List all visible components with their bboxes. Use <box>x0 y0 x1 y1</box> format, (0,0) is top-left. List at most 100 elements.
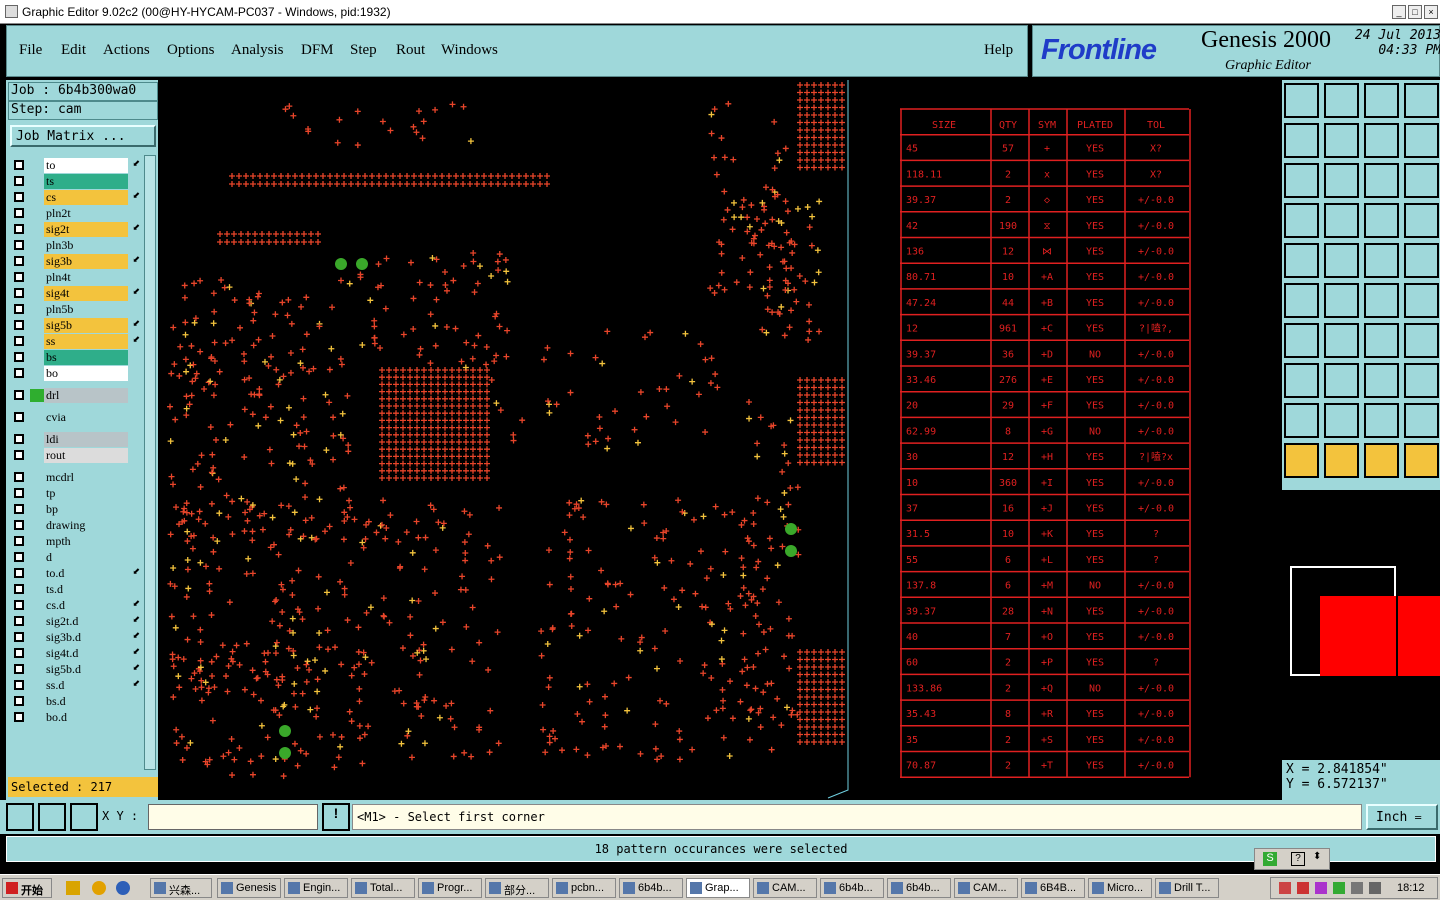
layer-row-bs-d[interactable]: bs.d <box>8 694 142 709</box>
next-icon[interactable] <box>1324 123 1359 158</box>
layer-row-pln2t[interactable]: pln2t <box>8 206 142 221</box>
zoom-fit-icon[interactable] <box>1324 163 1359 198</box>
task-button[interactable]: Genesis <box>217 878 281 898</box>
xy-input[interactable] <box>148 804 318 830</box>
layer-checkbox[interactable] <box>14 552 24 562</box>
spinner-icon[interactable]: ⬍ <box>1313 851 1321 862</box>
layer-row-cs[interactable]: cs ⬋ <box>8 190 142 205</box>
info-icon[interactable]: ! <box>322 803 350 831</box>
layer-checkbox[interactable] <box>14 616 24 626</box>
layer-row-to[interactable]: to ⬋ <box>8 158 142 173</box>
layer-row-pln5b[interactable]: pln5b <box>8 302 142 317</box>
menu-options[interactable]: Options <box>167 42 215 59</box>
zoom-select-icon[interactable] <box>6 803 34 831</box>
graphic-canvas[interactable]: SIZE QTY SYM PLATED TOL 45 57 + YES X? 118.11 2 x YES… <box>160 80 1280 800</box>
layer-row-pln4t[interactable]: pln4t <box>8 270 142 285</box>
layer-row-sig5b[interactable]: sig5b ⬋ <box>8 318 142 333</box>
task-button[interactable]: CAM... <box>753 878 817 898</box>
layer-checkbox[interactable] <box>14 504 24 514</box>
rotate-icon[interactable] <box>1404 123 1439 158</box>
layer-name[interactable]: cs.d <box>44 598 128 613</box>
step-up-icon[interactable] <box>1284 83 1319 118</box>
layer-checkbox[interactable] <box>14 584 24 594</box>
layer-checkbox[interactable] <box>14 450 24 460</box>
layer-row-sig2t-d[interactable]: sig2t.d ⬋ <box>8 614 142 629</box>
layer-row-ts-d[interactable]: ts.d <box>8 582 142 597</box>
task-button[interactable]: 兴森... <box>150 878 212 898</box>
unit-select[interactable]: Inch ═ <box>1366 804 1438 830</box>
layer-checkbox[interactable] <box>14 648 24 658</box>
pointer-round-icon[interactable] <box>1364 443 1399 478</box>
pad-icon[interactable] <box>1284 243 1319 278</box>
layer-checkbox[interactable] <box>14 664 24 674</box>
layer-name[interactable]: tp <box>44 486 128 501</box>
layer-name[interactable]: pln4t <box>44 270 128 285</box>
flip-icon[interactable] <box>1404 323 1439 358</box>
layer-checkbox[interactable] <box>14 680 24 690</box>
layer-name[interactable]: sig5b.d <box>44 662 128 677</box>
layer-b-icon[interactable] <box>1404 203 1439 238</box>
tray-icon-4[interactable] <box>1333 882 1345 894</box>
layer-checkbox[interactable] <box>14 632 24 642</box>
layer-name[interactable]: sig4t.d <box>44 646 128 661</box>
layer-checkbox[interactable] <box>14 488 24 498</box>
layer-row-ldi[interactable]: ldi <box>8 432 142 447</box>
overview-preview[interactable] <box>1282 490 1440 760</box>
arch-icon[interactable] <box>1364 403 1399 438</box>
layer-name[interactable]: bs <box>44 350 128 365</box>
layer-row-bp[interactable]: bp <box>8 502 142 517</box>
layer-checkbox[interactable] <box>14 208 24 218</box>
layer-row-bo-d[interactable]: bo.d <box>8 710 142 725</box>
layer-checkbox[interactable] <box>14 412 24 422</box>
layer-name[interactable]: rout <box>44 448 128 463</box>
minimize-icon[interactable]: _ <box>1392 5 1406 19</box>
menu-edit[interactable]: Edit <box>61 42 86 59</box>
circle-icon[interactable] <box>1404 243 1439 278</box>
arrow-red-2-icon[interactable] <box>1404 283 1439 318</box>
layer-name[interactable]: sig3b.d <box>44 630 128 645</box>
layer-row-rout[interactable]: rout <box>8 448 142 463</box>
layer-name[interactable]: to.d <box>44 566 128 581</box>
layer-row-drl[interactable]: drl <box>8 388 142 403</box>
layer-checkbox[interactable] <box>14 320 24 330</box>
layer-checkbox[interactable] <box>14 568 24 578</box>
desktop-icon[interactable] <box>66 881 80 895</box>
menu-rout[interactable]: Rout <box>396 42 425 59</box>
layer-row-mcdrl[interactable]: mcdrl <box>8 470 142 485</box>
route-icon[interactable] <box>1404 443 1439 478</box>
layer-checkbox[interactable] <box>14 390 24 400</box>
layer-name[interactable]: cvia <box>44 410 128 425</box>
task-button[interactable]: Drill T... <box>1155 878 1219 898</box>
layer-name[interactable]: pln5b <box>44 302 128 317</box>
layer-name[interactable]: bp <box>44 502 128 517</box>
layer-name[interactable]: ts.d <box>44 582 128 597</box>
layer-name[interactable]: sig3b <box>44 254 128 269</box>
menu-actions[interactable]: Actions <box>103 42 150 59</box>
layer-checkbox[interactable] <box>14 192 24 202</box>
menu-analysis[interactable]: Analysis <box>231 42 284 59</box>
layer-name[interactable]: sig5b <box>44 318 128 333</box>
maximize-icon[interactable]: □ <box>1408 5 1422 19</box>
window-icon[interactable] <box>1404 83 1439 118</box>
grid-toggle-icon[interactable] <box>1324 203 1359 238</box>
tray-icon-1[interactable] <box>1279 882 1291 894</box>
rotate-ccw-icon[interactable] <box>1364 323 1399 358</box>
task-button[interactable]: 6b4b... <box>820 878 884 898</box>
cross-icon[interactable] <box>1324 283 1359 318</box>
layer-checkbox[interactable] <box>14 696 24 706</box>
task-button[interactable]: Micro... <box>1088 878 1152 898</box>
task-button[interactable]: CAM... <box>954 878 1018 898</box>
start-button[interactable]: 开始 <box>2 878 52 898</box>
layer-row-pln3b[interactable]: pln3b <box>8 238 142 253</box>
slash-icon[interactable] <box>1324 323 1359 358</box>
layer-row-d[interactable]: d <box>8 550 142 565</box>
layer-row-ss-d[interactable]: ss.d ⬋ <box>8 678 142 693</box>
layer-checkbox[interactable] <box>14 600 24 610</box>
layer-checkbox[interactable] <box>14 520 24 530</box>
menu-windows[interactable]: Windows <box>441 42 498 59</box>
one-to-one-icon[interactable] <box>1364 163 1399 198</box>
layer-row-sig2t[interactable]: sig2t ⬋ <box>8 222 142 237</box>
layer-checkbox[interactable] <box>14 434 24 444</box>
layer-name[interactable]: mcdrl <box>44 470 128 485</box>
layer-name[interactable]: bo.d <box>44 710 128 725</box>
